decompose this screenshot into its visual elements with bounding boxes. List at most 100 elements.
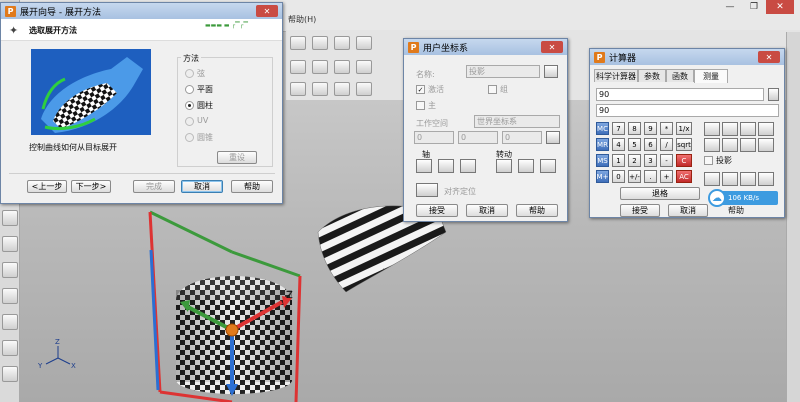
next-button[interactable]: 下一步> bbox=[71, 180, 111, 193]
align-dropdown-icon[interactable] bbox=[416, 183, 438, 197]
help-button[interactable]: 帮助 bbox=[516, 204, 558, 217]
cancel-button[interactable]: 取消 bbox=[466, 204, 508, 217]
wizard-heading: 选取展开方法 bbox=[29, 26, 77, 35]
measure-z-icon[interactable] bbox=[740, 172, 756, 186]
option-uv-label: UV bbox=[197, 116, 209, 125]
calc-tabs: 科学计算器 参数 函数 测量 bbox=[594, 69, 782, 84]
calc-key[interactable]: 2 bbox=[628, 154, 641, 167]
calc-key[interactable]: 4 bbox=[612, 138, 625, 151]
radio-cylinder[interactable] bbox=[185, 101, 194, 110]
measure-circle-icon[interactable] bbox=[758, 138, 774, 152]
prev-button[interactable]: <上一步 bbox=[27, 180, 67, 193]
calc-display-top[interactable]: 90 bbox=[596, 88, 764, 101]
accept-button[interactable]: 接受 bbox=[416, 204, 458, 217]
name-field[interactable]: 投影 bbox=[466, 65, 540, 78]
rotate-y-icon[interactable] bbox=[518, 159, 534, 173]
tab-params[interactable]: 参数 bbox=[638, 69, 666, 82]
cloud-icon: ☁ bbox=[708, 189, 726, 207]
frame-edge bbox=[149, 210, 233, 254]
pick-point-icon[interactable] bbox=[546, 131, 560, 144]
radio-plane[interactable] bbox=[185, 85, 194, 94]
rotate-x-icon[interactable] bbox=[496, 159, 512, 173]
measure-point-icon[interactable] bbox=[722, 138, 738, 152]
measure-length-icon[interactable] bbox=[722, 122, 738, 136]
workspace-select[interactable]: 世界坐标系 bbox=[474, 115, 560, 128]
calc-key[interactable]: * bbox=[660, 122, 673, 135]
close-icon[interactable]: ✕ bbox=[541, 41, 563, 53]
rotate-z-icon[interactable] bbox=[540, 159, 556, 173]
active-checkbox[interactable]: ✓ bbox=[416, 85, 425, 94]
method-label: 方法 bbox=[181, 53, 201, 64]
axis-x-icon[interactable] bbox=[416, 159, 432, 173]
axis-z-icon[interactable] bbox=[460, 159, 476, 173]
measure-distance-icon[interactable] bbox=[704, 122, 720, 136]
app-logo-icon: P bbox=[5, 5, 16, 17]
calc-key[interactable]: 1/x bbox=[676, 122, 692, 135]
calc-key[interactable]: MS bbox=[596, 154, 609, 167]
group-checkbox[interactable] bbox=[488, 85, 497, 94]
calc-key[interactable]: sqrt bbox=[676, 138, 692, 151]
app-logo-icon: P bbox=[408, 41, 419, 53]
measure-edge-icon[interactable] bbox=[740, 138, 756, 152]
wizard-caption: 控制曲线如何从目标展开 bbox=[29, 143, 117, 152]
measure-radius-icon[interactable] bbox=[758, 122, 774, 136]
accept-button[interactable]: 接受 bbox=[620, 204, 660, 217]
finish-button[interactable]: 完成 bbox=[133, 180, 175, 193]
calculator-dialog: P 计算器 ✕ 科学计算器 参数 函数 测量 90 90 MC 7 8 9 * 1/x MR… bbox=[589, 48, 785, 218]
help-label[interactable]: 帮助 bbox=[728, 205, 744, 216]
radio-chord[interactable] bbox=[185, 69, 194, 78]
measure-volume-icon[interactable] bbox=[758, 172, 774, 186]
calc-key[interactable]: . bbox=[644, 170, 657, 183]
wand-icon: ✦ bbox=[9, 24, 19, 37]
measure-angle-icon[interactable] bbox=[740, 122, 756, 136]
wizard-titlebar: P 展开向导 - 展开方法 ✕ bbox=[1, 3, 282, 19]
calc-key[interactable]: 8 bbox=[628, 122, 641, 135]
group-label: 组 bbox=[500, 85, 508, 94]
help-button[interactable]: 帮助 bbox=[231, 180, 273, 193]
coord-x-field[interactable]: 0 bbox=[414, 131, 454, 144]
display-spin-icon[interactable] bbox=[768, 88, 779, 101]
close-icon[interactable]: ✕ bbox=[758, 51, 780, 63]
calc-key[interactable]: 3 bbox=[644, 154, 657, 167]
calc-key[interactable]: 1 bbox=[612, 154, 625, 167]
cancel-button[interactable]: 取消 bbox=[181, 180, 223, 193]
axis-y-icon[interactable] bbox=[438, 159, 454, 173]
calc-key[interactable]: +/- bbox=[628, 170, 641, 183]
reset-button[interactable]: 重设 bbox=[217, 151, 257, 164]
calc-key[interactable]: M+ bbox=[596, 170, 609, 183]
measure-y-icon[interactable] bbox=[722, 172, 738, 186]
calc-display-bottom[interactable]: 90 bbox=[596, 104, 779, 117]
backspace-button[interactable]: 退格 bbox=[620, 187, 700, 200]
tab-functions[interactable]: 函数 bbox=[666, 69, 694, 82]
cancel-button[interactable]: 取消 bbox=[668, 204, 708, 217]
calc-key[interactable]: C bbox=[676, 154, 692, 167]
tab-scientific[interactable]: 科学计算器 bbox=[594, 69, 638, 82]
wizard-title: 展开向导 - 展开方法 bbox=[20, 7, 101, 18]
calc-key[interactable]: + bbox=[660, 170, 673, 183]
measure-x-icon[interactable] bbox=[704, 172, 720, 186]
main-checkbox[interactable] bbox=[416, 101, 425, 110]
gizmo-origin bbox=[225, 323, 239, 337]
calc-key[interactable]: 6 bbox=[644, 138, 657, 151]
calc-key[interactable]: - bbox=[660, 154, 673, 167]
measure-area-icon[interactable] bbox=[704, 138, 720, 152]
calc-key[interactable]: 7 bbox=[612, 122, 625, 135]
calc-key[interactable]: AC bbox=[676, 170, 692, 183]
app-logo-icon: P bbox=[594, 51, 605, 63]
browse-icon[interactable] bbox=[544, 65, 558, 78]
calc-key[interactable]: MR bbox=[596, 138, 609, 151]
calc-key[interactable]: MC bbox=[596, 122, 609, 135]
radio-cone[interactable] bbox=[185, 133, 194, 142]
calc-key[interactable]: 0 bbox=[612, 170, 625, 183]
radio-uv[interactable] bbox=[185, 117, 194, 126]
coord-y-field[interactable]: 0 bbox=[458, 131, 498, 144]
projection-checkbox[interactable] bbox=[704, 156, 713, 165]
net-speed-badge: ☁ 106 KB/s bbox=[708, 189, 778, 207]
calc-key[interactable]: / bbox=[660, 138, 673, 151]
calc-key[interactable]: 5 bbox=[628, 138, 641, 151]
calc-key[interactable]: 9 bbox=[644, 122, 657, 135]
close-icon[interactable]: ✕ bbox=[256, 5, 278, 17]
net-speed-text: 106 KB/s bbox=[728, 194, 759, 202]
coord-z-field[interactable]: 0 bbox=[502, 131, 542, 144]
tab-measure[interactable]: 测量 bbox=[694, 69, 728, 83]
